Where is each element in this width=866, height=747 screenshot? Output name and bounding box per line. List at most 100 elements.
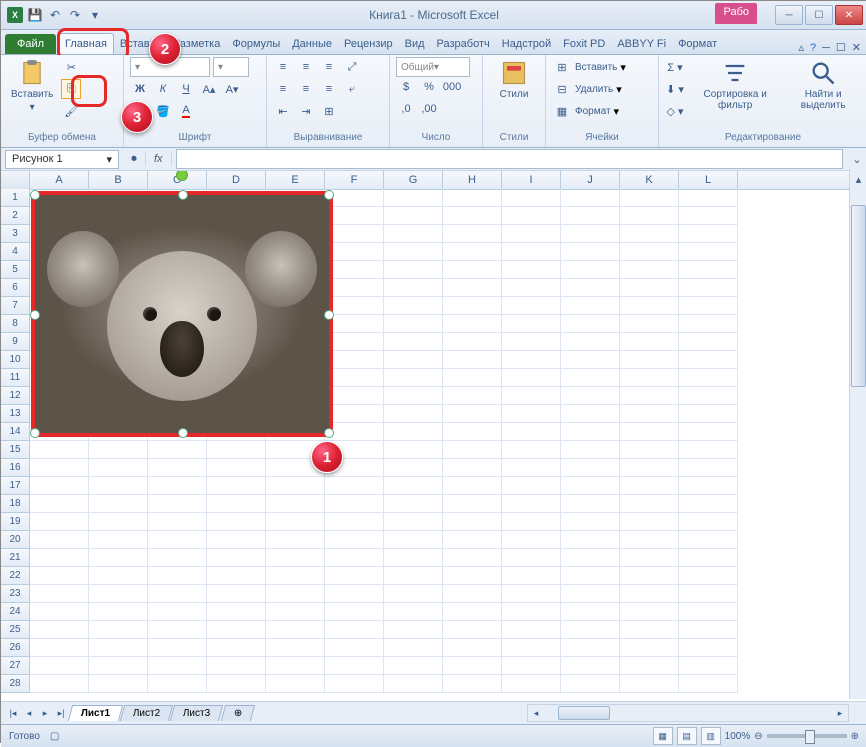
zoom-thumb[interactable] bbox=[805, 730, 815, 744]
cell[interactable] bbox=[443, 189, 502, 207]
undo-icon[interactable]: ↶ bbox=[47, 7, 63, 23]
tab-home[interactable]: Главная bbox=[58, 33, 114, 54]
cell[interactable] bbox=[561, 405, 620, 423]
cell[interactable] bbox=[384, 423, 443, 441]
cell[interactable] bbox=[679, 279, 738, 297]
scroll-up-icon[interactable]: ▴ bbox=[850, 169, 866, 189]
cell[interactable] bbox=[89, 675, 148, 693]
cell[interactable] bbox=[266, 657, 325, 675]
cell[interactable] bbox=[502, 207, 561, 225]
cut-button[interactable]: ✂ bbox=[61, 57, 81, 77]
cell[interactable] bbox=[679, 603, 738, 621]
redo-icon[interactable]: ↷ bbox=[67, 7, 83, 23]
cell[interactable] bbox=[561, 567, 620, 585]
cell[interactable] bbox=[148, 495, 207, 513]
cell[interactable] bbox=[502, 657, 561, 675]
delete-cells-label[interactable]: Удалить bbox=[575, 84, 613, 95]
cell[interactable] bbox=[443, 279, 502, 297]
orientation-icon[interactable]: ⤢ bbox=[342, 57, 362, 77]
cell[interactable] bbox=[384, 639, 443, 657]
tab-formulas[interactable]: Формулы bbox=[226, 33, 286, 54]
cell[interactable] bbox=[266, 675, 325, 693]
row-header[interactable]: 17 bbox=[1, 477, 30, 495]
cell[interactable] bbox=[620, 279, 679, 297]
fx-button[interactable]: fx bbox=[145, 153, 172, 165]
align-middle-icon[interactable]: ≡ bbox=[296, 57, 316, 77]
row-header[interactable]: 13 bbox=[1, 405, 30, 423]
cell[interactable] bbox=[148, 585, 207, 603]
zoom-in-button[interactable]: ⊕ bbox=[851, 731, 859, 742]
cell[interactable] bbox=[30, 657, 89, 675]
copy-button[interactable]: ⎘ bbox=[61, 79, 81, 99]
cell[interactable] bbox=[266, 567, 325, 585]
row-header[interactable]: 15 bbox=[1, 441, 30, 459]
resize-handle-sw[interactable] bbox=[30, 428, 40, 438]
row-header[interactable]: 27 bbox=[1, 657, 30, 675]
cell[interactable] bbox=[443, 477, 502, 495]
cell[interactable] bbox=[443, 351, 502, 369]
cell[interactable] bbox=[89, 549, 148, 567]
cell[interactable] bbox=[325, 315, 384, 333]
resize-handle-e[interactable] bbox=[324, 310, 334, 320]
cell[interactable] bbox=[620, 189, 679, 207]
cell[interactable] bbox=[89, 585, 148, 603]
resize-handle-w[interactable] bbox=[30, 310, 40, 320]
cell[interactable] bbox=[30, 459, 89, 477]
cell[interactable] bbox=[266, 549, 325, 567]
cell[interactable] bbox=[679, 333, 738, 351]
cell[interactable] bbox=[561, 639, 620, 657]
cell[interactable] bbox=[89, 621, 148, 639]
cell[interactable] bbox=[679, 513, 738, 531]
cell[interactable] bbox=[620, 405, 679, 423]
save-icon[interactable]: 💾 bbox=[27, 7, 43, 23]
cell[interactable] bbox=[148, 639, 207, 657]
decrease-indent-icon[interactable]: ⇤ bbox=[273, 101, 293, 121]
insert-cells-icon[interactable]: ⊞ bbox=[552, 57, 572, 77]
cell[interactable] bbox=[561, 387, 620, 405]
cell[interactable] bbox=[443, 495, 502, 513]
align-top-icon[interactable]: ≡ bbox=[273, 57, 293, 77]
cell[interactable] bbox=[502, 459, 561, 477]
row-header[interactable]: 19 bbox=[1, 513, 30, 531]
cell[interactable] bbox=[502, 513, 561, 531]
cell[interactable] bbox=[325, 207, 384, 225]
view-layout-icon[interactable]: ▤ bbox=[677, 727, 697, 745]
cell[interactable] bbox=[620, 225, 679, 243]
cell[interactable] bbox=[679, 477, 738, 495]
cell[interactable] bbox=[620, 513, 679, 531]
column-header[interactable]: B bbox=[89, 171, 148, 189]
cell[interactable] bbox=[561, 603, 620, 621]
cell[interactable] bbox=[89, 639, 148, 657]
bold-button[interactable]: Ж bbox=[130, 79, 150, 99]
cell[interactable] bbox=[502, 549, 561, 567]
row-header[interactable]: 22 bbox=[1, 567, 30, 585]
row-header[interactable]: 21 bbox=[1, 549, 30, 567]
cell[interactable] bbox=[266, 603, 325, 621]
help-icon[interactable]: ? bbox=[810, 42, 816, 54]
formula-bar[interactable] bbox=[176, 149, 843, 169]
column-header[interactable]: K bbox=[620, 171, 679, 189]
cell[interactable] bbox=[207, 603, 266, 621]
cell[interactable] bbox=[266, 639, 325, 657]
comma-icon[interactable]: 000 bbox=[442, 77, 462, 97]
percent-icon[interactable]: % bbox=[419, 77, 439, 97]
cell[interactable] bbox=[443, 585, 502, 603]
macro-record-icon[interactable]: ▢ bbox=[50, 731, 59, 742]
row-header[interactable]: 7 bbox=[1, 297, 30, 315]
cell[interactable] bbox=[325, 297, 384, 315]
cell[interactable] bbox=[148, 531, 207, 549]
resize-handle-nw[interactable] bbox=[30, 190, 40, 200]
cell[interactable] bbox=[384, 333, 443, 351]
column-header[interactable]: I bbox=[502, 171, 561, 189]
file-tab[interactable]: Файл bbox=[5, 34, 56, 54]
cell[interactable] bbox=[502, 351, 561, 369]
ribbon-minimize-icon[interactable]: ▵ bbox=[798, 41, 804, 54]
fill-color-button[interactable]: 🪣 bbox=[153, 101, 173, 121]
resize-handle-n[interactable] bbox=[178, 190, 188, 200]
sheet-nav-first-icon[interactable]: |◂ bbox=[5, 705, 21, 721]
scroll-left-icon[interactable]: ◂ bbox=[528, 705, 544, 721]
view-pagebreak-icon[interactable]: ▥ bbox=[701, 727, 721, 745]
cell[interactable] bbox=[620, 423, 679, 441]
cell[interactable] bbox=[679, 315, 738, 333]
cell[interactable] bbox=[30, 675, 89, 693]
